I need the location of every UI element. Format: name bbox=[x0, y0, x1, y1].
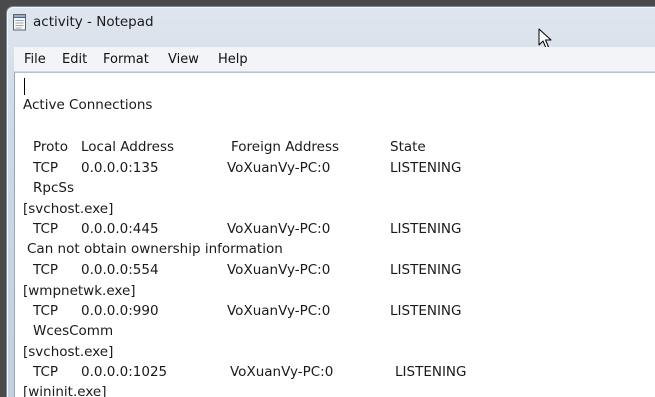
row-proto: TCP bbox=[33, 364, 59, 380]
row-proto: TCP bbox=[33, 303, 59, 319]
process-name-line: [svchost.exe] bbox=[23, 344, 114, 360]
row-foreign-address: VoXuanVy-PC:0 bbox=[227, 160, 331, 176]
row-state: LISTENING bbox=[390, 160, 462, 176]
menu-view[interactable]: View bbox=[168, 52, 199, 67]
row-foreign-address: VoXuanVy-PC:0 bbox=[227, 221, 331, 237]
row-state: LISTENING bbox=[390, 221, 462, 237]
column-header-foreign-address: Foreign Address bbox=[231, 139, 340, 155]
menu-format[interactable]: Format bbox=[103, 52, 149, 67]
menu-edit[interactable]: Edit bbox=[62, 52, 87, 67]
service-name-line: RpcSs bbox=[33, 180, 74, 196]
process-name-line: [wininit.exe] bbox=[23, 384, 107, 397]
row-foreign-address: VoXuanVy-PC:0 bbox=[227, 262, 331, 278]
row-local-address: 0.0.0.0:1025 bbox=[81, 364, 168, 380]
column-header-proto: Proto bbox=[33, 139, 68, 155]
row-proto: TCP bbox=[33, 221, 59, 237]
column-header-state: State bbox=[390, 139, 426, 155]
notepad-icon bbox=[13, 14, 26, 31]
menu-bar: File Edit Format View Help bbox=[14, 47, 655, 72]
row-local-address: 0.0.0.0:990 bbox=[81, 303, 159, 319]
row-foreign-address: VoXuanVy-PC:0 bbox=[227, 303, 331, 319]
notepad-window: activity - Notepad File Edit Format View… bbox=[0, 0, 655, 397]
row-state: LISTENING bbox=[390, 303, 462, 319]
row-foreign-address: VoXuanVy-PC:0 bbox=[230, 364, 334, 380]
ownership-info-line: Can not obtain ownership information bbox=[27, 241, 283, 257]
process-name-line: [wmpnetwk.exe] bbox=[23, 283, 136, 299]
document-heading: Active Connections bbox=[23, 97, 153, 113]
row-proto: TCP bbox=[33, 160, 59, 176]
window-title: activity - Notepad bbox=[33, 14, 154, 30]
row-proto: TCP bbox=[33, 262, 59, 278]
process-name-line: [svchost.exe] bbox=[23, 201, 114, 217]
menu-help[interactable]: Help bbox=[218, 52, 248, 67]
menu-file[interactable]: File bbox=[24, 52, 46, 67]
row-local-address: 0.0.0.0:135 bbox=[81, 160, 159, 176]
text-caret bbox=[24, 78, 25, 95]
column-header-local-address: Local Address bbox=[81, 139, 175, 155]
row-local-address: 0.0.0.0:554 bbox=[81, 262, 159, 278]
row-state: LISTENING bbox=[390, 262, 462, 278]
service-name-line: WcesComm bbox=[33, 323, 114, 339]
row-state: LISTENING bbox=[395, 364, 467, 380]
row-local-address: 0.0.0.0:445 bbox=[81, 221, 159, 237]
